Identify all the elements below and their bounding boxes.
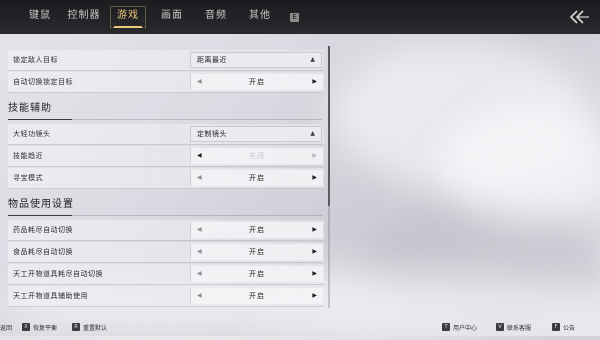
tab-controller[interactable]: 控制器 bbox=[62, 0, 106, 34]
skill-approach-selector[interactable]: ◀ 关闭 ▶ bbox=[190, 148, 323, 164]
arrow-right-icon[interactable]: ▶ bbox=[312, 266, 317, 282]
setting-label: 药品耗尽自动切换 bbox=[13, 226, 73, 234]
bottom-hint-bar: 返回 X 恢复平衡 R 重置默认 T 用户中心 V 联系客服 F 公告 bbox=[0, 318, 600, 336]
t-key-icon: T bbox=[442, 323, 450, 331]
section-underline bbox=[8, 119, 72, 120]
scrollbar-thumb[interactable] bbox=[328, 46, 330, 206]
restore-balance-label: 恢复平衡 bbox=[33, 324, 58, 332]
contact-support-label: 联系客服 bbox=[507, 324, 532, 332]
section-divider bbox=[72, 119, 322, 120]
food-auto-switch-selector[interactable]: ◀ 开启 ▶ bbox=[190, 244, 323, 260]
section-title: 技能辅助 bbox=[8, 103, 52, 114]
setting-row-tool-assist-use[interactable]: 天工开物道具辅助使用 ◀ 开启 ▶ bbox=[8, 286, 324, 307]
selector-value: 关闭 bbox=[249, 152, 265, 160]
setting-label: 锁定敌人目标 bbox=[13, 56, 58, 64]
section-header-skill-assist: 技能辅助 bbox=[8, 100, 324, 120]
setting-row-food-auto-switch[interactable]: 食品耗尽自动切换 ◀ 开启 ▶ bbox=[8, 242, 324, 263]
section-header-item-use: 物品使用设置 bbox=[8, 196, 324, 216]
top-nav-bar: 键鼠 控制器 游戏 画面 音频 其他 E bbox=[0, 0, 600, 34]
selector-value: 开启 bbox=[249, 226, 265, 234]
setting-label: 天工开物道具耗尽自动切换 bbox=[13, 270, 103, 278]
setting-row-skill-approach[interactable]: 技能趋近 ◀ 关闭 ▶ bbox=[8, 146, 324, 167]
back-arrow-icon[interactable] bbox=[568, 8, 590, 26]
tool-assist-use-selector[interactable]: ◀ 开启 ▶ bbox=[190, 288, 323, 304]
tab-keyboard-mouse[interactable]: 键鼠 bbox=[18, 0, 62, 34]
arrow-right-icon[interactable]: ▶ bbox=[312, 288, 317, 304]
selector-value: 开启 bbox=[249, 78, 265, 86]
setting-label: 自动切换锁定目标 bbox=[13, 78, 73, 86]
setting-label: 寻宝模式 bbox=[13, 174, 43, 182]
x-key-icon: X bbox=[22, 323, 30, 331]
dropdown-value: 定制镜头 bbox=[197, 130, 227, 138]
user-center-label: 用户中心 bbox=[453, 324, 478, 332]
section-title: 物品使用设置 bbox=[8, 199, 74, 210]
setting-row-medicine-auto-switch[interactable]: 药品耗尽自动切换 ◀ 开启 ▶ bbox=[8, 220, 324, 241]
settings-panel: 锁定敌人目标 距离最近 ▲ 自动切换锁定目标 ◀ 开启 ▶ 技能辅助 大轻功镜头… bbox=[0, 46, 330, 312]
dropdown-value: 距离最近 bbox=[197, 56, 227, 64]
setting-row-treasure-mode[interactable]: 寻宝模式 ◀ 开启 ▶ bbox=[8, 168, 324, 189]
v-key-icon: V bbox=[496, 323, 504, 331]
selector-value: 开启 bbox=[249, 248, 265, 256]
dropdown-up-icon: ▲ bbox=[310, 130, 315, 137]
setting-label: 技能趋近 bbox=[13, 152, 43, 160]
setting-row-auto-switch-target[interactable]: 自动切换锁定目标 ◀ 开启 ▶ bbox=[8, 72, 324, 93]
announcement-hint[interactable]: F 公告 bbox=[552, 322, 575, 332]
selector-value: 开启 bbox=[249, 270, 265, 278]
next-tab-key-hint: E bbox=[290, 12, 299, 22]
section-underline bbox=[8, 215, 72, 216]
back-hint-label: 返回 bbox=[0, 324, 13, 332]
arrow-right-icon[interactable]: ▶ bbox=[312, 244, 317, 260]
arrow-right-icon[interactable]: ▶ bbox=[312, 170, 317, 186]
setting-label: 大轻功镜头 bbox=[13, 130, 51, 138]
dropdown-up-icon: ▲ bbox=[310, 56, 315, 63]
announcement-label: 公告 bbox=[563, 324, 576, 332]
selector-value: 开启 bbox=[249, 174, 265, 182]
arrow-right-icon[interactable]: ▶ bbox=[312, 148, 317, 164]
setting-label: 天工开物道具辅助使用 bbox=[13, 292, 88, 300]
restore-balance-hint[interactable]: X 恢复平衡 bbox=[22, 322, 57, 332]
tab-graphics[interactable]: 画面 bbox=[150, 0, 194, 34]
setting-row-lock-target[interactable]: 锁定敌人目标 距离最近 ▲ bbox=[8, 50, 324, 71]
setting-row-qinggong-camera[interactable]: 大轻功镜头 定制镜头 ▲ bbox=[8, 124, 324, 145]
auto-switch-target-selector[interactable]: ◀ 开启 ▶ bbox=[190, 74, 323, 90]
reset-default-label: 重置默认 bbox=[83, 324, 108, 332]
treasure-mode-selector[interactable]: ◀ 开启 ▶ bbox=[190, 170, 323, 186]
arrow-right-icon[interactable]: ▶ bbox=[312, 74, 317, 90]
section-divider bbox=[72, 215, 322, 216]
settings-tabs: 键鼠 控制器 游戏 画面 音频 其他 E bbox=[18, 0, 299, 34]
tab-game[interactable]: 游戏 bbox=[106, 0, 150, 34]
contact-support-hint[interactable]: V 联系客服 bbox=[496, 322, 531, 332]
setting-row-tool-auto-switch[interactable]: 天工开物道具耗尽自动切换 ◀ 开启 ▶ bbox=[8, 264, 324, 285]
qinggong-camera-dropdown[interactable]: 定制镜头 ▲ bbox=[190, 126, 322, 142]
selector-value: 开启 bbox=[249, 292, 265, 300]
tool-auto-switch-selector[interactable]: ◀ 开启 ▶ bbox=[190, 266, 323, 282]
lock-target-dropdown[interactable]: 距离最近 ▲ bbox=[190, 52, 322, 68]
setting-label: 食品耗尽自动切换 bbox=[13, 248, 73, 256]
arrow-right-icon[interactable]: ▶ bbox=[312, 222, 317, 238]
medicine-auto-switch-selector[interactable]: ◀ 开启 ▶ bbox=[190, 222, 323, 238]
reset-default-hint[interactable]: R 重置默认 bbox=[72, 322, 107, 332]
tab-other[interactable]: 其他 bbox=[238, 0, 282, 34]
r-key-icon: R bbox=[72, 323, 80, 331]
f-key-icon: F bbox=[552, 323, 560, 331]
back-hint[interactable]: 返回 bbox=[0, 322, 12, 332]
tab-audio[interactable]: 音频 bbox=[194, 0, 238, 34]
user-center-hint[interactable]: T 用户中心 bbox=[442, 322, 477, 332]
